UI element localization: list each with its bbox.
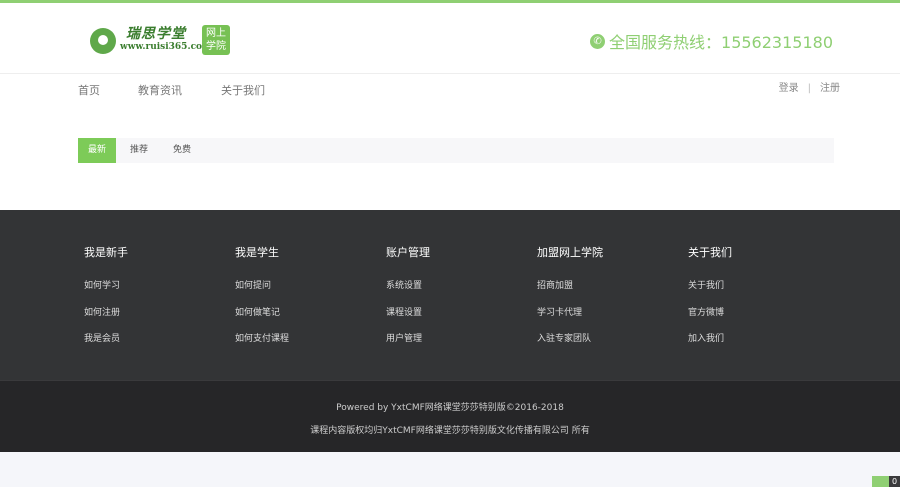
- footer-column-title: 关于我们: [688, 246, 732, 259]
- nav-item-about-us[interactable]: 关于我们: [221, 82, 265, 98]
- footer-link[interactable]: 课程设置: [386, 305, 526, 332]
- footer-link[interactable]: 加入我们: [688, 331, 828, 358]
- footer-link[interactable]: 官方微博: [688, 305, 828, 332]
- footer-column-student: 我是学生 如何提问 如何做笔记 如何支付课程: [235, 244, 375, 358]
- site-footer: 我是新手 如何学习 如何注册 我是会员 我是学生 如何提问 如何做笔记 如何支付…: [0, 210, 900, 380]
- logo-title: 瑞思学堂: [126, 26, 186, 42]
- tab-latest[interactable]: 最新: [78, 138, 116, 163]
- tab-free[interactable]: 免费: [163, 138, 201, 163]
- nav-section: 首页 教育资讯 关于我们 登录 | 注册 最新 推荐 免费: [0, 74, 900, 210]
- footer-column-title: 加盟网上学院: [537, 246, 603, 259]
- footer-link[interactable]: 招商加盟: [537, 278, 677, 305]
- service-hotline: ✆ 全国服务热线：15562315180: [590, 29, 833, 53]
- widget-icon: [872, 476, 889, 487]
- powered-by-text: Powered by YxtCMF网络课堂莎莎特别版©2016-2018: [336, 403, 564, 413]
- footer-link[interactable]: 学习卡代理: [537, 305, 677, 332]
- footer-bottom: Powered by YxtCMF网络课堂莎莎特别版©2016-2018 课程内…: [0, 380, 900, 452]
- site-header: 瑞思学堂 www.ruisi365.com 网上学院 ✆ 全国服务热线：1556…: [0, 3, 900, 74]
- footer-link[interactable]: 如何做笔记: [235, 305, 375, 332]
- footer-link[interactable]: 我是会员: [84, 331, 224, 358]
- phone-icon: ✆: [590, 33, 606, 49]
- logo-icon: [90, 28, 116, 54]
- footer-column-title: 我是新手: [84, 246, 128, 259]
- widget-count: 0: [892, 477, 898, 486]
- register-link[interactable]: 注册: [820, 83, 840, 94]
- logo-badge: 网上学院: [202, 25, 230, 55]
- footer-link[interactable]: 如何支付课程: [235, 331, 375, 358]
- tab-recommended[interactable]: 推荐: [120, 138, 158, 163]
- nav-item-home[interactable]: 首页: [78, 82, 100, 98]
- auth-links: 登录 | 注册: [779, 79, 840, 94]
- footer-link[interactable]: 系统设置: [386, 278, 526, 305]
- footer-link[interactable]: 如何注册: [84, 305, 224, 332]
- floating-widget-button[interactable]: 0: [872, 476, 900, 487]
- footer-link[interactable]: 关于我们: [688, 278, 828, 305]
- footer-link[interactable]: 入驻专家团队: [537, 331, 677, 358]
- footer-link[interactable]: 用户管理: [386, 331, 526, 358]
- footer-link[interactable]: 如何提问: [235, 278, 375, 305]
- site-logo[interactable]: 瑞思学堂 www.ruisi365.com 网上学院: [90, 23, 232, 59]
- footer-column-newbie: 我是新手 如何学习 如何注册 我是会员: [84, 244, 224, 358]
- hotline-text: 全国服务热线：15562315180: [609, 33, 833, 52]
- footer-column-franchise: 加盟网上学院 招商加盟 学习卡代理 入驻专家团队: [537, 244, 677, 358]
- nav-item-education-news[interactable]: 教育资讯: [138, 82, 182, 98]
- login-link[interactable]: 登录: [779, 83, 799, 94]
- logo-url: www.ruisi365.com: [120, 42, 212, 52]
- footer-column-title: 账户管理: [386, 246, 430, 259]
- course-tab-bar: 最新 推荐 免费: [78, 138, 834, 163]
- footer-column-about: 关于我们 关于我们 官方微博 加入我们: [688, 244, 828, 358]
- footer-column-account: 账户管理 系统设置 课程设置 用户管理: [386, 244, 526, 358]
- footer-column-title: 我是学生: [235, 246, 279, 259]
- copyright-text: 课程内容版权均归YxtCMF网络课堂莎莎特别版文化传播有限公司 所有: [310, 426, 590, 436]
- auth-separator: |: [807, 83, 811, 94]
- footer-link[interactable]: 如何学习: [84, 278, 224, 305]
